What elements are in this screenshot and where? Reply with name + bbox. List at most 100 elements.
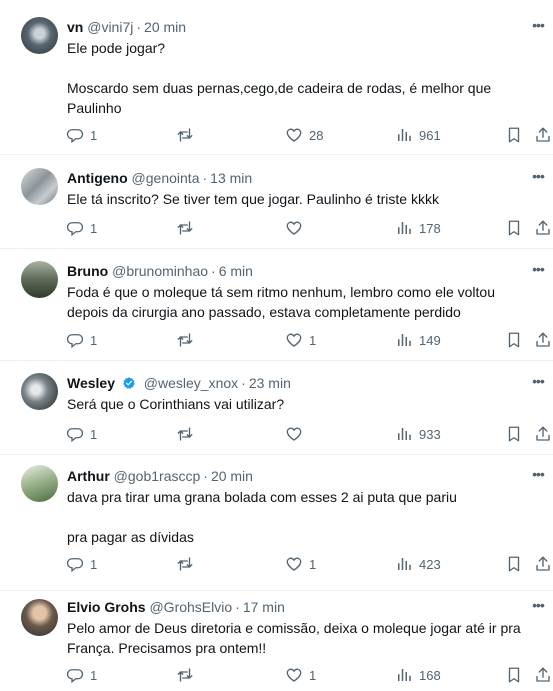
reply-button[interactable]: 1 [66, 665, 97, 685]
separator-dot: · [241, 375, 246, 391]
more-icon[interactable]: ••• [529, 598, 547, 616]
reply-button[interactable]: 1 [66, 554, 97, 574]
bookmark-button[interactable] [505, 330, 523, 350]
timestamp[interactable]: 13 min [210, 170, 252, 186]
more-icon[interactable]: ••• [529, 18, 547, 36]
reply-count: 1 [90, 667, 98, 683]
reply-tweet[interactable]: Bruno @brunominhao · 6 min ••• Foda é que … [0, 249, 553, 361]
tweet-text: Será que o Corinthians vai utilizar? [67, 396, 285, 412]
verified-icon [123, 377, 135, 389]
share-button[interactable] [534, 330, 552, 350]
tweet-text: Ele pode jogar? Moscardo sem duas pernas… [67, 40, 492, 116]
share-button[interactable] [534, 424, 552, 444]
timestamp[interactable]: 6 min [219, 263, 253, 279]
views-icon [398, 428, 411, 440]
bookmark-button[interactable] [505, 424, 523, 444]
reply-tweet[interactable]: Wesley @wesley_xnox · 23 min ••• Será que … [0, 361, 553, 455]
author-name[interactable]: Arthur [67, 468, 110, 484]
author-handle[interactable]: @gob1rasccp [114, 468, 201, 484]
reply-tweet[interactable]: Arthur @gob1rasccp · 20 min ••• dava pra t… [0, 455, 553, 591]
avatar[interactable] [21, 261, 58, 298]
author-name[interactable]: Bruno [67, 263, 108, 279]
author-handle[interactable]: @GrohsElvio [149, 599, 232, 615]
like-button[interactable]: 1 [285, 665, 316, 685]
share-button[interactable] [534, 125, 552, 145]
views-button[interactable]: 149 [395, 330, 441, 350]
reply-tweet[interactable]: Antigeno @genointa · 13 min ••• Ele tá ins… [0, 155, 553, 249]
action-bar: 1 178 [0, 218, 553, 238]
avatar[interactable] [21, 168, 58, 205]
reply-button[interactable]: 1 [66, 218, 97, 238]
author-handle[interactable]: @genointa [132, 170, 200, 186]
like-icon [286, 427, 302, 441]
retweet-button[interactable] [176, 665, 200, 685]
timestamp[interactable]: 23 min [249, 375, 291, 391]
reply-feed: vn @vini7j · 20 min ••• Ele pode jogar? Mo… [0, 0, 553, 691]
share-icon [536, 667, 550, 682]
reply-button[interactable]: 1 [66, 125, 97, 145]
tweet-text: Ele tá inscrito? Se tiver tem que jogar.… [67, 191, 439, 207]
avatar[interactable] [21, 373, 58, 410]
bookmark-icon [508, 426, 520, 442]
views-icon [398, 334, 411, 346]
share-button[interactable] [534, 554, 552, 574]
views-button[interactable]: 933 [395, 424, 441, 444]
retweet-button[interactable] [176, 330, 200, 350]
more-icon[interactable]: ••• [529, 374, 547, 392]
bookmark-button[interactable] [505, 125, 523, 145]
reply-button[interactable]: 1 [66, 424, 97, 444]
bookmark-button[interactable] [505, 554, 523, 574]
views-button[interactable]: 168 [395, 665, 441, 685]
avatar[interactable] [21, 17, 58, 54]
views-icon [398, 222, 411, 234]
like-icon [286, 557, 302, 571]
author-name[interactable]: Antigeno [67, 170, 128, 186]
author-handle[interactable]: @wesley_xnox [144, 375, 238, 391]
author-name[interactable]: Elvio Grohs [67, 599, 146, 615]
views-button[interactable]: 423 [395, 554, 441, 574]
more-icon[interactable]: ••• [529, 262, 547, 280]
like-button[interactable]: 1 [285, 554, 316, 574]
author-handle[interactable]: @vini7j [87, 19, 133, 35]
bookmark-button[interactable] [505, 665, 523, 685]
action-bar: 1 28 961 [0, 125, 553, 145]
share-icon [536, 426, 550, 441]
author-name[interactable]: vn [67, 19, 83, 35]
reply-tweet[interactable]: vn @vini7j · 20 min ••• Ele pode jogar? Mo… [0, 0, 553, 155]
retweet-button[interactable] [176, 218, 200, 238]
like-icon [286, 221, 302, 235]
share-button[interactable] [534, 665, 552, 685]
share-button[interactable] [534, 218, 552, 238]
reply-count: 1 [90, 556, 98, 572]
share-icon [536, 332, 550, 347]
timestamp[interactable]: 17 min [243, 599, 285, 615]
share-icon [536, 220, 550, 235]
tweet-text: Foda é que o moleque tá sem ritmo nenhum… [67, 284, 496, 320]
like-button[interactable]: 28 [285, 125, 323, 145]
author-handle[interactable]: @brunominhao [112, 263, 208, 279]
reply-button[interactable]: 1 [66, 330, 97, 350]
retweet-button[interactable] [176, 554, 200, 574]
action-bar: 1 1 423 [0, 554, 553, 574]
views-button[interactable]: 961 [395, 125, 441, 145]
views-count: 149 [419, 332, 441, 348]
views-button[interactable]: 178 [395, 218, 441, 238]
timestamp[interactable]: 20 min [211, 468, 253, 484]
like-count: 28 [309, 127, 324, 143]
retweet-button[interactable] [176, 125, 200, 145]
like-button[interactable]: 1 [285, 330, 316, 350]
bookmark-icon [508, 556, 520, 572]
timestamp[interactable]: 20 min [144, 19, 186, 35]
author-name[interactable]: Wesley [67, 375, 115, 391]
like-button[interactable] [285, 424, 309, 444]
avatar[interactable] [21, 599, 58, 636]
avatar[interactable] [21, 465, 58, 502]
like-button[interactable] [285, 218, 309, 238]
bookmark-button[interactable] [505, 218, 523, 238]
more-icon[interactable]: ••• [529, 467, 547, 485]
separator-dot: · [235, 599, 240, 615]
tweet-text: dava pra tirar uma grana bolada com esse… [67, 489, 457, 545]
reply-tweet[interactable]: Elvio Grohs @GrohsElvio · 17 min ••• Pelo … [0, 591, 553, 691]
retweet-button[interactable] [176, 424, 200, 444]
more-icon[interactable]: ••• [529, 169, 547, 187]
